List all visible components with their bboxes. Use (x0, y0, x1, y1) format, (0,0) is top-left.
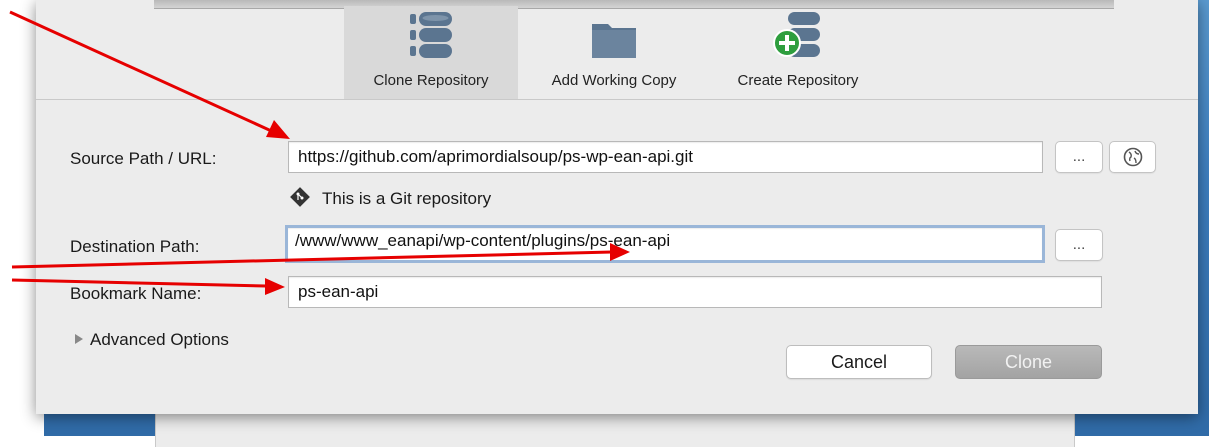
tab-label: Create Repository (737, 72, 859, 89)
repository-type-note: This is a Git repository (290, 187, 491, 209)
globe-icon (1123, 147, 1142, 167)
tab-label: Clone Repository (373, 72, 489, 89)
underlying-window-edge (155, 414, 1075, 447)
git-note-text: This is a Git repository (322, 189, 492, 208)
destination-path-label: Destination Path: (70, 237, 200, 256)
remote-repository-button[interactable] (1109, 141, 1156, 173)
cancel-button[interactable]: Cancel (786, 345, 932, 379)
source-path-label: Source Path / URL: (70, 149, 217, 168)
clone-button[interactable]: Clone (955, 345, 1102, 379)
disclosure-triangle-icon (75, 334, 83, 344)
source-path-input[interactable]: https://github.com/aprimordialsoup/ps-wp… (288, 141, 1043, 173)
tab-add-working-copy[interactable]: Add Working Copy (518, 6, 710, 99)
advanced-options-label: Advanced Options (90, 330, 229, 349)
bookmark-name-label: Bookmark Name: (70, 284, 202, 303)
tab-label: Add Working Copy (551, 72, 677, 89)
destination-path-input[interactable]: /www/www_eanapi/wp-content/plugins/ps-ea… (285, 225, 1045, 263)
destination-browse-button[interactable]: ... (1055, 229, 1103, 261)
git-icon (290, 187, 310, 207)
database-stack-icon (410, 12, 452, 58)
database-add-icon (773, 12, 820, 57)
toolbar-divider (36, 99, 1198, 100)
tab-clone-repository[interactable]: Clone Repository (344, 6, 518, 99)
advanced-options-disclosure[interactable]: Advanced Options (75, 330, 229, 350)
bookmark-name-input[interactable]: ps-ean-api (288, 276, 1102, 308)
tab-create-repository[interactable]: Create Repository (710, 6, 886, 99)
source-browse-button[interactable]: ... (1055, 141, 1103, 173)
folder-icon (592, 24, 636, 58)
